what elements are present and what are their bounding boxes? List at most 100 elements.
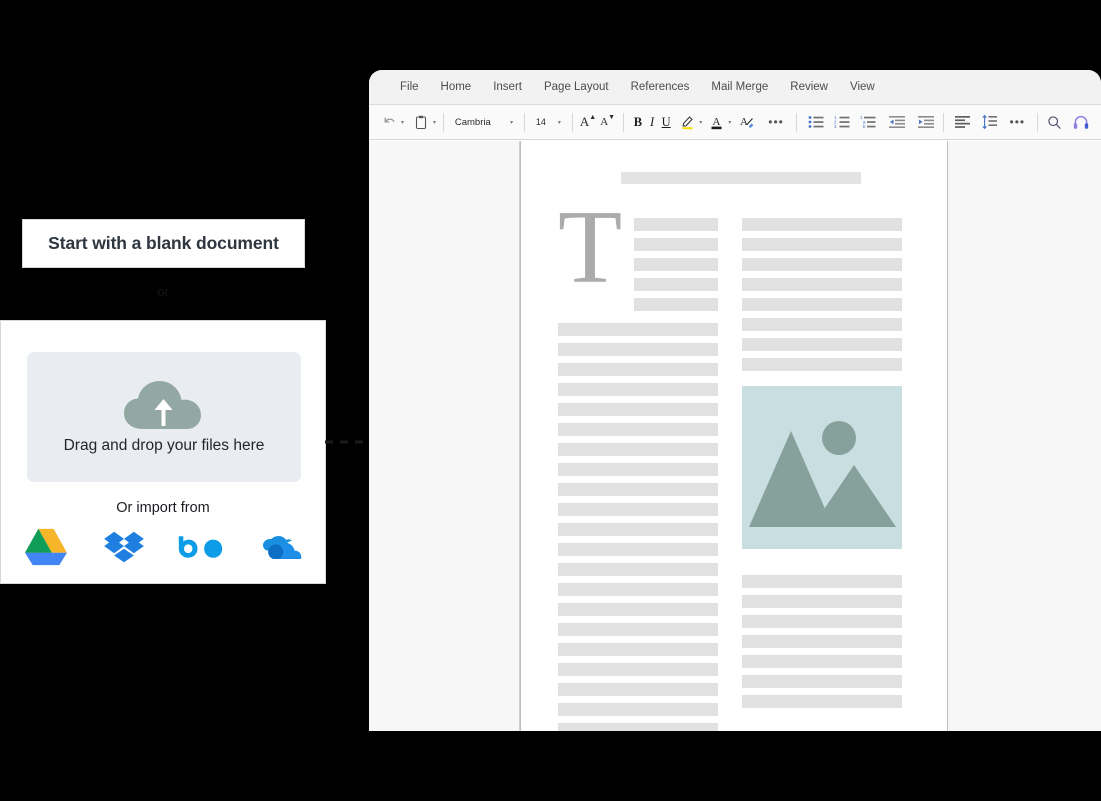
bold-button[interactable]: B — [631, 110, 645, 134]
numbered-list-icon: 1 2 3 — [832, 112, 852, 132]
font-family-value: Cambria — [454, 116, 491, 128]
cloud-upload-icon — [121, 379, 207, 431]
text-line — [558, 343, 718, 356]
right-column-top-lines — [742, 214, 902, 371]
read-aloud-button[interactable] — [1071, 110, 1091, 134]
svg-text:A: A — [712, 116, 720, 128]
menu-item-mail-merge[interactable]: Mail Merge — [700, 77, 779, 97]
shrink-font-label: A — [600, 116, 609, 128]
text-line — [742, 695, 902, 708]
box-icon[interactable] — [173, 526, 231, 568]
font-size-value: 14 — [535, 117, 546, 127]
grow-font-button[interactable]: A ▲ — [580, 110, 597, 134]
clear-formatting-button[interactable]: A — [737, 110, 757, 134]
dropcap-row: T — [558, 194, 718, 318]
text-highlight-icon — [677, 112, 697, 132]
menu-item-file[interactable]: File — [389, 77, 430, 97]
text-line — [634, 238, 718, 251]
menu-item-references[interactable]: References — [620, 77, 701, 97]
text-line — [558, 623, 718, 636]
text-line — [558, 543, 718, 556]
svg-text:b: b — [863, 124, 866, 129]
text-line — [558, 363, 718, 376]
align-left-button[interactable] — [953, 110, 973, 134]
divider — [795, 112, 797, 132]
text-line — [558, 403, 718, 416]
text-line — [742, 635, 902, 648]
italic-button[interactable]: I — [645, 110, 659, 134]
menu-item-view[interactable]: View — [839, 77, 886, 97]
underline-button[interactable]: U — [659, 110, 673, 134]
text-line — [558, 463, 718, 476]
right-column-bottom-lines — [742, 575, 902, 708]
increase-indent-icon — [916, 112, 936, 132]
decrease-indent-icon — [887, 112, 907, 132]
left-column: T — [558, 194, 718, 731]
text-line — [558, 583, 718, 596]
text-line — [558, 703, 718, 716]
menu-bar: File Home Insert Page Layout References … — [369, 70, 1101, 105]
text-highlight-button[interactable]: ▾ — [677, 110, 702, 134]
dropbox-icon[interactable] — [95, 526, 153, 568]
clear-formatting-icon: A — [737, 112, 757, 132]
word-processor-window: File Home Insert Page Layout References … — [369, 70, 1101, 731]
divider — [622, 112, 624, 132]
text-line — [742, 318, 902, 331]
divider — [1037, 112, 1038, 132]
bullet-list-button[interactable] — [806, 110, 826, 134]
numbered-list-button[interactable]: 1 2 3 — [832, 110, 852, 134]
text-line — [634, 298, 718, 311]
text-line — [742, 615, 902, 628]
or-divider-label: or — [157, 284, 169, 299]
text-line — [558, 423, 718, 436]
font-size-select[interactable]: 14 ▾ — [532, 112, 565, 132]
chevron-down-icon: ▾ — [699, 119, 703, 126]
document-page[interactable]: T — [520, 141, 948, 731]
line-spacing-icon — [980, 112, 1000, 132]
text-line — [558, 663, 718, 676]
menu-item-page-layout[interactable]: Page Layout — [533, 77, 620, 97]
divider — [571, 112, 573, 132]
text-line — [742, 338, 902, 351]
two-column-layout: T — [558, 194, 913, 731]
onedrive-icon[interactable] — [251, 526, 309, 568]
menu-item-review[interactable]: Review — [779, 77, 839, 97]
import-provider-list — [1, 526, 325, 568]
start-blank-document-label: Start with a blank document — [48, 233, 279, 253]
menu-item-insert[interactable]: Insert — [482, 77, 533, 97]
undo-button[interactable]: ▾ — [379, 110, 404, 134]
file-dropzone[interactable]: Drag and drop your files here — [27, 352, 301, 482]
paste-button[interactable]: ▾ — [411, 110, 436, 134]
font-color-icon: A — [706, 112, 726, 132]
text-line — [742, 595, 902, 608]
divider — [942, 112, 944, 132]
text-line — [558, 443, 718, 456]
line-spacing-button[interactable] — [980, 110, 1000, 134]
google-drive-icon[interactable] — [17, 526, 75, 568]
left-gutter — [369, 141, 520, 731]
search-button[interactable] — [1045, 110, 1065, 134]
start-blank-document-button[interactable]: Start with a blank document — [22, 219, 305, 268]
chevron-down-icon: ▾ — [401, 119, 405, 126]
text-line — [558, 383, 718, 396]
text-line — [634, 258, 718, 271]
more-paragraph-options-button[interactable]: ••• — [1005, 115, 1031, 129]
text-line — [742, 238, 902, 251]
text-line — [742, 298, 902, 311]
more-font-options-button[interactable]: ••• — [763, 115, 789, 129]
text-line — [558, 603, 718, 616]
grow-font-label: A — [579, 114, 590, 129]
import-from-label: Or import from — [116, 500, 210, 516]
text-line — [634, 278, 718, 291]
increase-indent-button[interactable] — [916, 110, 936, 134]
decrease-indent-button[interactable] — [887, 110, 907, 134]
multilevel-list-button[interactable]: 1 a b — [858, 110, 878, 134]
divider — [443, 112, 444, 132]
font-color-button[interactable]: A ▾ — [706, 110, 731, 134]
image-placeholder[interactable] — [742, 386, 902, 554]
menu-item-home[interactable]: Home — [430, 77, 483, 97]
text-line — [558, 323, 718, 336]
document-title-placeholder — [621, 172, 861, 184]
shrink-font-button[interactable]: A ▼ — [599, 110, 616, 134]
font-family-select[interactable]: Cambria ▾ — [451, 112, 517, 132]
